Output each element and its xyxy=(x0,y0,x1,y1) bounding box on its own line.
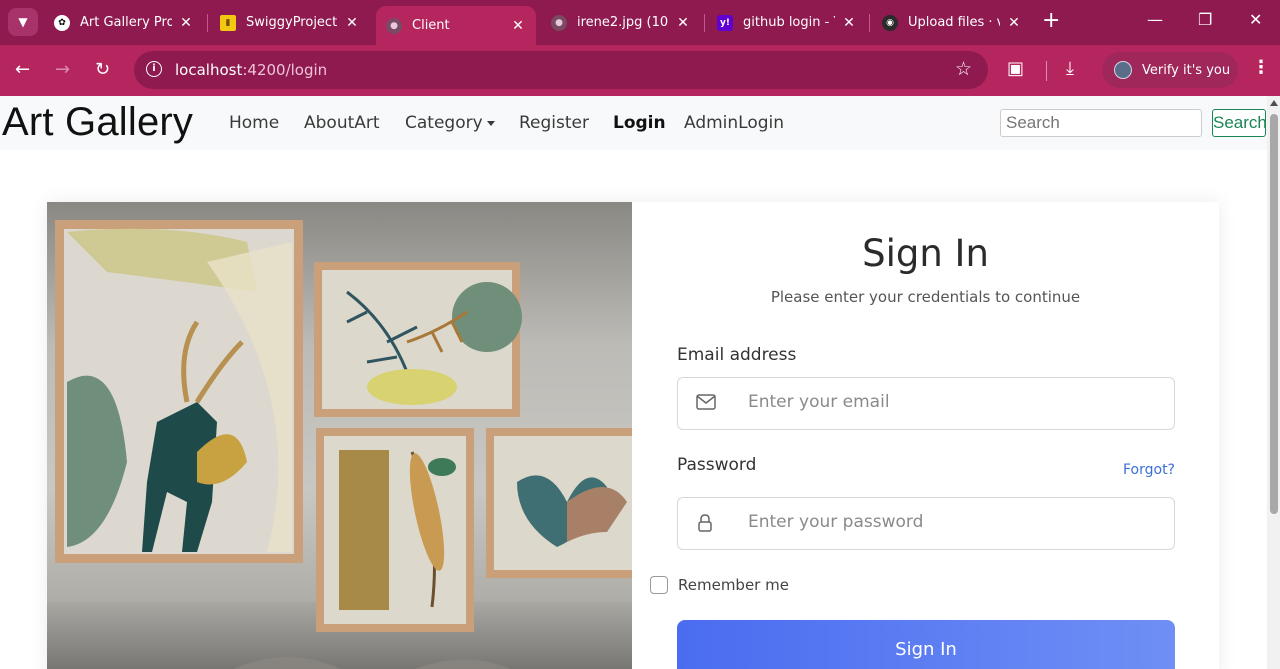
tab-title: SwiggyProject - xyxy=(246,15,338,30)
email-field[interactable] xyxy=(748,392,1148,412)
email-field-wrapper xyxy=(677,377,1175,430)
lock-icon-svg xyxy=(698,514,712,532)
chatgpt-icon: ✿ xyxy=(54,14,70,31)
close-icon[interactable]: ✕ xyxy=(675,15,691,31)
password-field-wrapper xyxy=(677,497,1175,550)
search-input[interactable] xyxy=(1000,109,1202,137)
site-info-icon[interactable]: i xyxy=(146,61,162,77)
brand-logo[interactable]: Art Gallery xyxy=(2,100,193,145)
close-icon[interactable]: ✕ xyxy=(1006,15,1022,31)
search-button[interactable]: Search xyxy=(1212,109,1267,137)
tab-separator xyxy=(704,14,705,32)
close-icon[interactable]: ✕ xyxy=(510,18,526,34)
browser-tab[interactable]: ▮ SwiggyProject - ✕ xyxy=(210,6,370,39)
browser-tab[interactable]: ● irene2.jpg (1000 ✕ xyxy=(541,6,701,39)
tab-separator xyxy=(207,14,208,32)
nav-category-label: Category xyxy=(405,113,483,133)
close-icon[interactable]: ✕ xyxy=(841,15,857,31)
yahoo-icon: y! xyxy=(717,14,733,31)
browser-tab[interactable]: ◉ Upload files · va ✕ xyxy=(872,6,1032,39)
tab-title: github login - Ya xyxy=(743,15,835,30)
signin-heading: Sign In xyxy=(862,232,989,275)
bookmark-star-icon[interactable]: ☆ xyxy=(955,58,972,80)
new-tab-plus-icon[interactable]: + xyxy=(1042,10,1060,32)
caret-down-icon xyxy=(486,120,495,126)
window-close-icon[interactable]: ✕ xyxy=(1249,10,1262,29)
password-field[interactable] xyxy=(748,512,1148,532)
nav-home[interactable]: Home xyxy=(229,113,279,133)
tab-title: irene2.jpg (1000 xyxy=(577,15,669,30)
browser-tab-strip: ▼ ✿ Art Gallery Proje ✕ ▮ SwiggyProject … xyxy=(0,0,1280,45)
chevron-down-icon: ▼ xyxy=(18,15,28,29)
email-label: Email address xyxy=(677,345,797,365)
globe-icon: ● xyxy=(386,17,402,34)
reload-icon[interactable]: ↻ xyxy=(95,59,110,80)
nav-login[interactable]: Login xyxy=(613,113,666,133)
close-icon[interactable]: ✕ xyxy=(344,15,360,31)
browser-toolbar: ← → ↻ i localhost:4200/login ☆ ▣ ⤓ Verif… xyxy=(0,45,1280,96)
url-host: localhost xyxy=(175,61,243,79)
browser-tab[interactable]: y! github login - Ya ✕ xyxy=(707,6,867,39)
github-icon: ◉ xyxy=(882,14,898,31)
remember-me[interactable]: Remember me xyxy=(650,576,789,594)
page-scrollbar[interactable] xyxy=(1267,96,1280,669)
minimize-icon[interactable]: — xyxy=(1147,10,1163,29)
more-menu-icon[interactable]: ⋮ xyxy=(1252,57,1270,78)
gallery-wall-image xyxy=(47,202,632,669)
gallery-wall-illustration xyxy=(47,220,632,669)
signin-form: Sign In Please enter your credentials to… xyxy=(632,202,1219,669)
scroll-up-arrow-icon[interactable] xyxy=(1270,100,1278,106)
lock-icon xyxy=(698,514,712,536)
url-path: :4200/login xyxy=(242,61,328,79)
tab-title: Art Gallery Proje xyxy=(80,15,172,30)
profile-label: Verify it's you xyxy=(1142,62,1231,78)
tab-separator xyxy=(869,14,870,32)
globe-icon: ● xyxy=(551,14,567,31)
close-icon[interactable]: ✕ xyxy=(178,15,194,31)
tab-title: Client xyxy=(412,18,450,33)
site-navbar: Art Gallery Home AboutArt Category Regis… xyxy=(0,96,1267,150)
download-icon[interactable]: ⤓ xyxy=(1066,58,1074,79)
browser-tab-active[interactable]: ● Client ✕ xyxy=(376,6,536,45)
tab-title: Upload files · va xyxy=(908,15,1000,30)
envelope-icon xyxy=(696,394,716,414)
nav-category-dropdown[interactable]: Category xyxy=(405,113,495,133)
toolbar-divider xyxy=(1046,61,1047,81)
nav-register[interactable]: Register xyxy=(519,113,589,133)
signin-button[interactable]: Sign In xyxy=(677,620,1175,669)
nav-adminlogin[interactable]: AdminLogin xyxy=(684,113,784,133)
password-label: Password xyxy=(677,455,757,475)
back-arrow-icon[interactable]: ← xyxy=(15,59,30,80)
browser-tab[interactable]: ✿ Art Gallery Proje ✕ xyxy=(44,6,204,39)
address-url[interactable]: localhost:4200/login xyxy=(175,61,327,79)
avatar xyxy=(1114,61,1132,79)
scrollbar-thumb[interactable] xyxy=(1270,114,1278,514)
forward-arrow-icon[interactable]: → xyxy=(55,59,70,80)
remember-me-label: Remember me xyxy=(678,576,789,594)
remember-me-checkbox[interactable] xyxy=(650,576,668,594)
tab-search-button[interactable]: ▼ xyxy=(8,8,38,36)
signin-subtitle: Please enter your credentials to continu… xyxy=(770,288,1081,306)
profile-button[interactable]: Verify it's you xyxy=(1102,52,1238,88)
extensions-puzzle-icon[interactable]: ▣ xyxy=(1007,58,1024,79)
restore-icon[interactable]: ❐ xyxy=(1198,10,1212,29)
powerbi-icon: ▮ xyxy=(220,14,236,31)
page-content: Art Gallery Home AboutArt Category Regis… xyxy=(0,96,1267,669)
address-bar[interactable]: i localhost:4200/login ☆ xyxy=(134,51,988,89)
forgot-password-link[interactable]: Forgot? xyxy=(1123,462,1175,478)
login-card: Sign In Please enter your credentials to… xyxy=(47,202,1219,669)
envelope-icon-svg xyxy=(696,394,716,410)
nav-aboutart[interactable]: AboutArt xyxy=(304,113,380,133)
